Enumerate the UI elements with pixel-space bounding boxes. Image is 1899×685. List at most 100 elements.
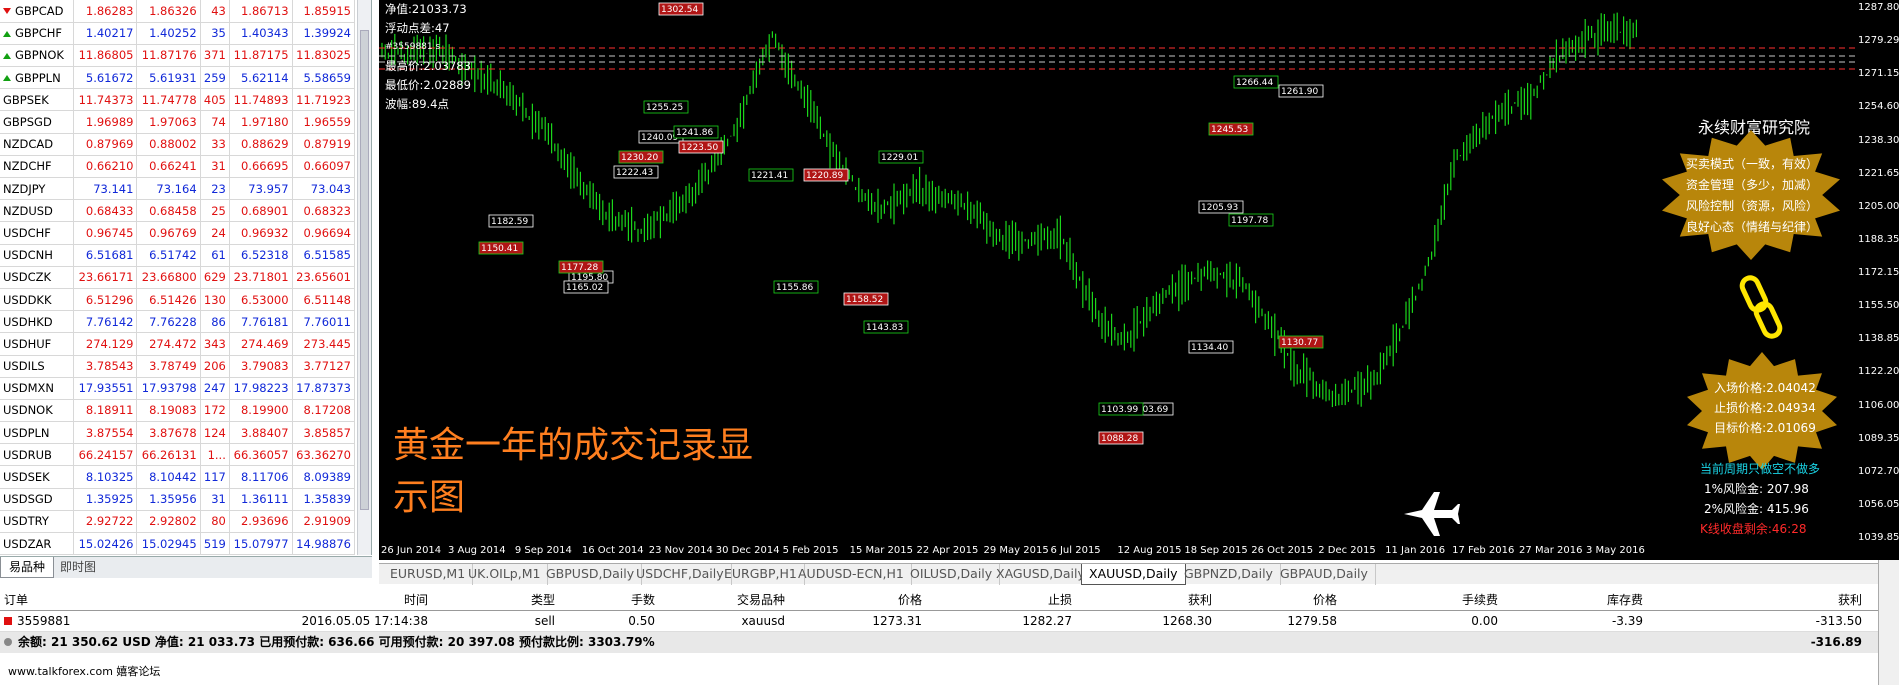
chart-tab[interactable]: OILUSD,Daily	[903, 564, 1001, 585]
trade-marker[interactable]: 1223.50	[678, 140, 724, 154]
market-watch-scroll-thumb[interactable]	[360, 30, 369, 510]
watch-cell-symbol: GBPSEK	[0, 88, 75, 112]
market-watch-row[interactable]: USDPLN 3.87554 3.87678 124 3.88407 3.85857	[0, 421, 356, 445]
market-watch-row[interactable]: USDNOK 8.18911 8.19083 172 8.19900 8.17208	[0, 399, 356, 423]
time-tick-label: 23 Nov 2014	[648, 545, 713, 556]
chart-tab[interactable]: UK.OILp,M1	[461, 564, 549, 585]
market-watch-row[interactable]: USDSGD 1.35925 1.35956 31 1.36111 1.35839	[0, 488, 356, 511]
trade-marker[interactable]: 1221.41	[748, 168, 794, 182]
trade-marker[interactable]: 1103.99	[1098, 402, 1144, 416]
balance-icon	[4, 632, 17, 653]
market-watch-row[interactable]: USDHUF 274.129 274.472 343 274.469 273.445	[0, 332, 356, 356]
trade-marker[interactable]: 1155.86	[773, 280, 819, 294]
col-tp[interactable]: 获利	[1170, 590, 1212, 611]
chart-tab[interactable]: EURUSD,M1	[383, 564, 474, 585]
chart-tab[interactable]: GBPUSD,Daily	[539, 564, 643, 585]
trade-marker[interactable]: 1241.86	[673, 125, 719, 139]
watch-cell-spread: 117	[200, 465, 230, 489]
trade-marker[interactable]: 1266.44	[1233, 75, 1279, 89]
tab-tick-chart[interactable]: 即时图	[52, 557, 104, 578]
watch-cell-spread: 629	[200, 266, 230, 289]
chart-tabs-bar: EURUSD,M1 UK.OILp,M1 GBPUSD,Daily USDCHF,Da…	[379, 563, 1879, 585]
trade-marker[interactable]: 1220.89	[803, 168, 849, 182]
chart-tab[interactable]: XAUUSD,Daily	[1081, 564, 1186, 585]
trade-marker[interactable]: 1255.25	[643, 100, 689, 114]
col-cur-price[interactable]: 价格	[1295, 590, 1337, 611]
market-watch-row[interactable]: USDCZK 23.66171 23.66800 629 23.71801 23.6560…	[0, 266, 356, 289]
market-watch-row[interactable]: NZDUSD 0.68433 0.68458 25 0.68901 0.68323	[0, 199, 356, 223]
col-lots[interactable]: 手数	[600, 590, 655, 611]
market-watch-row[interactable]: USDRUB 66.24157 66.26131 1... 66.36057 63.362…	[0, 443, 356, 467]
trade-marker[interactable]: 1150.41	[478, 241, 524, 255]
trade-row[interactable]: 3559881 2016.05.05 17:14:38 sell 0.50 xa…	[0, 611, 1878, 632]
trade-marker[interactable]: 1197.78	[1228, 213, 1274, 227]
chart-tab[interactable]: GBPNZD,Daily	[1177, 564, 1281, 585]
trade-marker[interactable]: 1230.20	[618, 150, 664, 164]
col-symbol[interactable]: 交易品种	[700, 590, 785, 611]
time-tick-label: 9 Sep 2014	[514, 545, 572, 556]
col-price[interactable]: 价格	[880, 590, 922, 611]
market-watch-panel: GBPCAD 1.86283 1.86326 43 1.86713 1.85915 GBPC…	[0, 0, 372, 555]
market-watch-row[interactable]: USDHKD 7.76142 7.76228 86 7.76181 7.76011	[0, 310, 356, 334]
trade-marker[interactable]: 1205.93	[1198, 200, 1244, 214]
watch-cell-ask: 23.66800	[136, 266, 201, 289]
col-profit[interactable]: 获利	[1820, 590, 1862, 611]
trade-marker[interactable]: 1302.54	[658, 2, 704, 16]
trade-marker-label: 1158.52	[846, 295, 883, 305]
col-sl[interactable]: 止损	[1030, 590, 1072, 611]
watch-cell-spread: 33	[200, 133, 230, 156]
watch-cell-symbol: NZDUSD	[0, 199, 75, 223]
bar-close-timer: K线收盘剩余:46:28	[1700, 522, 1807, 536]
account-info-overlay: 净值:21033.73 浮动点差:47 #3559881 s 最高价:2.037…	[385, 0, 497, 114]
market-watch-row[interactable]: GBPNOK 11.86805 11.87176 371 11.87175 11.8302…	[0, 44, 356, 68]
trade-marker[interactable]: 1182.59	[488, 214, 534, 228]
watch-cell-low: 8.17208	[292, 399, 356, 423]
market-watch-row[interactable]: USDDKK 6.51296 6.51426 130 6.53000 6.51148	[0, 288, 356, 312]
time-tick-label: 3 May 2016	[1586, 545, 1645, 556]
market-watch-row[interactable]: USDSEK 8.10325 8.10442 117 8.11706 8.09389	[0, 465, 356, 489]
market-watch-row[interactable]: USDILS 3.78543 3.78749 206 3.79083 3.77127	[0, 355, 356, 378]
watch-cell-low: 0.87919	[292, 133, 356, 156]
trade-marker[interactable]: 1158.52	[843, 292, 889, 306]
col-time[interactable]: 时间	[340, 590, 428, 611]
watch-cell-low: 0.68323	[292, 199, 356, 223]
market-watch-row[interactable]: NZDCHF 0.66210 0.66241 31 0.66695 0.66097	[0, 155, 356, 179]
col-order[interactable]: 订单	[4, 590, 28, 611]
watch-cell-high: 274.469	[229, 332, 293, 356]
trade-marker[interactable]: 1261.90	[1278, 84, 1324, 98]
market-watch-row[interactable]: USDMXN 17.93551 17.93798 247 17.98223 17.8737…	[0, 377, 356, 400]
market-watch-row[interactable]: GBPCHF 1.40217 1.40252 35 1.40343 1.39924	[0, 22, 356, 45]
trade-marker[interactable]: 1229.01	[878, 150, 924, 164]
chart-tab[interactable]: GBPAUD,Daily	[1273, 564, 1376, 585]
market-watch-row[interactable]: USDCHF 0.96745 0.96769 24 0.96932 0.96694	[0, 221, 356, 245]
watch-cell-high: 1.36111	[229, 488, 293, 511]
risk-1pct: 1%风险金: 207.98	[1704, 482, 1809, 496]
market-watch-row[interactable]: GBPSGD 1.96989 1.97063 74 1.97180 1.96559	[0, 110, 356, 134]
trade-marker-label: 1220.89	[806, 171, 843, 181]
trade-marker[interactable]: 1134.40	[1188, 340, 1234, 354]
trade-marker[interactable]: 1143.83	[863, 320, 909, 334]
col-swap[interactable]: 库存费	[1575, 590, 1643, 611]
watch-cell-high: 2.93696	[229, 510, 293, 534]
chart-tab[interactable]: XAGUSD,Daily	[989, 564, 1093, 585]
market-watch-row[interactable]: NZDJPY 73.141 73.164 23 73.957 73.043	[0, 177, 356, 201]
trade-marker[interactable]: 1165.02	[563, 280, 609, 294]
col-type[interactable]: 类型	[500, 590, 555, 611]
trade-marker[interactable]: 1088.28	[1098, 431, 1144, 445]
market-watch-row[interactable]: USDCNH 6.51681 6.51742 61 6.52318 6.51585	[0, 244, 356, 267]
chart-tab[interactable]: AUDUSD-ECN,H1	[791, 564, 912, 585]
trade-marker[interactable]: 1177.28	[558, 260, 604, 274]
trade-marker[interactable]: 1222.43	[613, 165, 659, 179]
time-tick-label: 3 Aug 2014	[447, 545, 506, 556]
tab-symbols[interactable]: 易品种	[0, 557, 55, 578]
market-watch-row[interactable]: GBPCAD 1.86283 1.86326 43 1.86713 1.85915	[0, 0, 356, 23]
market-watch-row[interactable]: NZDCAD 0.87969 0.88002 33 0.88629 0.87919	[0, 133, 356, 156]
trade-marker[interactable]: 1130.77	[1278, 335, 1324, 349]
market-watch-row[interactable]: USDTRY 2.92722 2.92802 80 2.93696 2.91909	[0, 510, 356, 534]
col-commission[interactable]: 手续费	[1430, 590, 1498, 611]
market-watch-row[interactable]: GBPPLN 5.61672 5.61931 259 5.62114 5.58659	[0, 66, 356, 90]
market-watch-row[interactable]: USDZAR 15.02426 15.02945 519 15.07977 14.9887…	[0, 532, 356, 555]
market-watch-scrollbar[interactable]	[357, 0, 371, 555]
trade-marker[interactable]: 1245.53	[1208, 122, 1254, 136]
market-watch-row[interactable]: GBPSEK 11.74373 11.74778 405 11.74893 11.7192…	[0, 88, 356, 112]
